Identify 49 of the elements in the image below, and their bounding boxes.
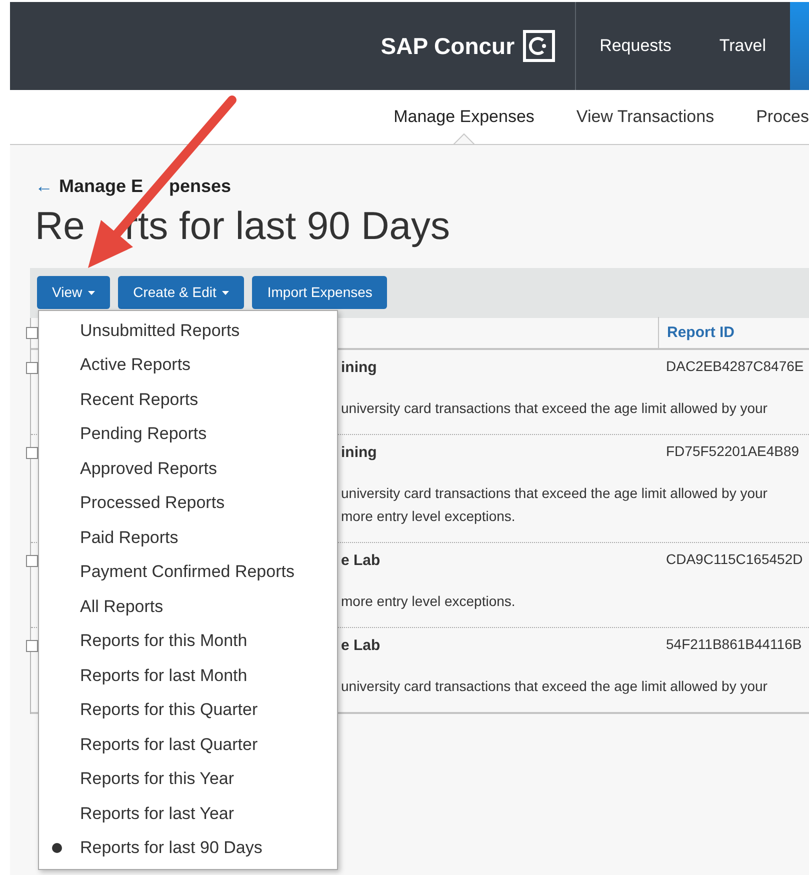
toolbar-button[interactable]: Import Expenses — [252, 276, 388, 310]
row-checkbox[interactable] — [26, 640, 38, 652]
brand-logo-text: SAP Concur — [380, 32, 515, 61]
menu-item[interactable]: Reports for last 90 Days — [39, 830, 337, 865]
menu-item[interactable]: Pending Reports — [39, 416, 337, 451]
select-all-checkbox[interactable] — [26, 326, 38, 339]
menu-item[interactable]: Reports for last Quarter — [39, 727, 337, 762]
menu-item[interactable]: Reports for last Year — [39, 796, 337, 830]
row-checkbox[interactable] — [26, 362, 38, 374]
exception-text: more entry level exceptions. — [341, 592, 516, 611]
toolbar-button[interactable]: View — [37, 276, 110, 310]
report-id: 54F211B861B44116B — [665, 634, 802, 654]
row-checkbox[interactable] — [26, 446, 38, 459]
nav-link[interactable]: Travel — [695, 2, 790, 90]
menu-item[interactable]: Active Reports — [39, 348, 337, 382]
menu-item[interactable]: Reports for this Month — [39, 624, 337, 658]
menu-item[interactable]: Recent Reports — [39, 382, 337, 416]
report-name: ining — [341, 358, 377, 376]
toolbar-button[interactable]: Create & Edit — [118, 276, 244, 310]
sub-nav-tab[interactable]: Proces — [735, 90, 809, 144]
report-name: e Lab — [341, 552, 380, 569]
back-arrow-link[interactable]: ← — [35, 173, 53, 200]
report-name: ining — [341, 444, 377, 461]
exception-text: university card transactions that exceed the age limit allowed by your — [341, 676, 768, 696]
report-id: FD75F52201AE4B89 — [665, 442, 800, 461]
breadcrumb-label: Manage E — [59, 175, 144, 198]
report-id: CDA9C115C165452D — [665, 550, 803, 569]
exception-text: university card transactions that exceed the age limit allowed by your — [341, 398, 768, 418]
menu-item[interactable]: Processed Reports — [39, 486, 337, 520]
menu-item[interactable]: Paid Reports — [39, 520, 337, 554]
menu-item[interactable]: Reports for this Quarter — [39, 692, 337, 727]
menu-item[interactable]: Unsubmitted Reports — [39, 313, 337, 348]
report-id: DAC2EB4287C8476E — [665, 356, 804, 376]
page-title: Re — [35, 205, 85, 248]
breadcrumb-label: penses — [169, 175, 232, 198]
logo-mark-icon — [522, 30, 555, 62]
menu-item[interactable]: Payment Confirmed Reports — [39, 554, 337, 589]
report-name: e Lab — [341, 636, 380, 654]
column-header[interactable]: Report ID — [658, 316, 734, 349]
menu-item[interactable]: Reports for last Month — [39, 658, 337, 692]
sub-nav-tab[interactable]: View Transactions — [555, 90, 736, 144]
exception-text: more entry level exceptions. — [341, 506, 516, 526]
sub-nav-tab[interactable]: Manage Expenses — [372, 90, 556, 144]
exception-text: university card transactions that exceed the age limit allowed by your — [341, 484, 768, 503]
menu-item[interactable]: All Reports — [39, 589, 337, 624]
menu-item[interactable]: Reports for this Year — [39, 762, 337, 796]
nav-link[interactable]: Requests — [576, 2, 696, 90]
menu-item[interactable]: Approved Reports — [39, 451, 337, 486]
row-checkbox[interactable] — [26, 554, 38, 567]
